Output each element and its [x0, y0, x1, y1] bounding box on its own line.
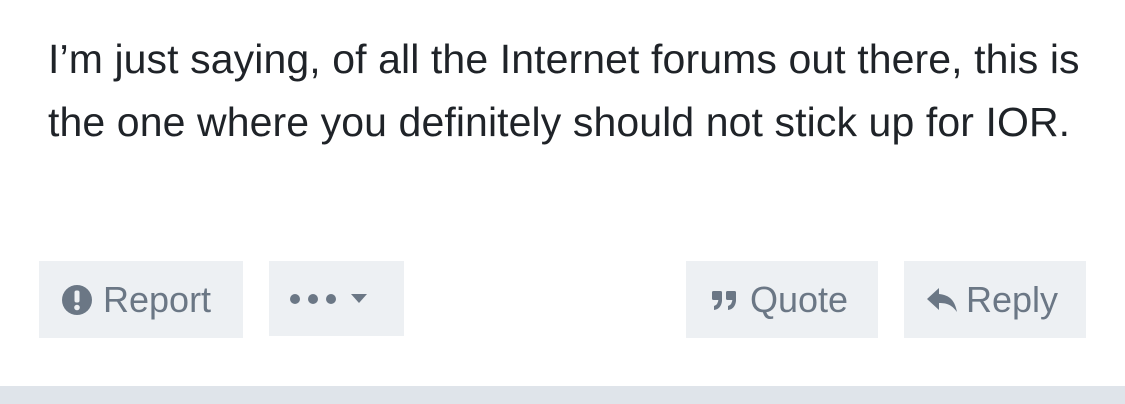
- caret-down-icon: [351, 293, 367, 304]
- report-button-label: Report: [103, 278, 212, 320]
- report-button[interactable]: Report: [39, 261, 243, 338]
- more-actions-button[interactable]: [269, 261, 404, 336]
- quote-icon: [712, 289, 738, 311]
- reply-button[interactable]: Reply: [904, 261, 1086, 338]
- reply-button-label: Reply: [966, 278, 1059, 320]
- post-body-text: I’m just saying, of all the Internet for…: [48, 36, 1080, 145]
- quote-button[interactable]: Quote: [686, 261, 878, 338]
- post-divider-bar: [0, 386, 1125, 404]
- reply-arrow-icon: [926, 286, 958, 314]
- alert-circle-icon: [61, 284, 93, 316]
- ellipsis-icon: [289, 293, 337, 305]
- quote-button-label: Quote: [750, 278, 849, 320]
